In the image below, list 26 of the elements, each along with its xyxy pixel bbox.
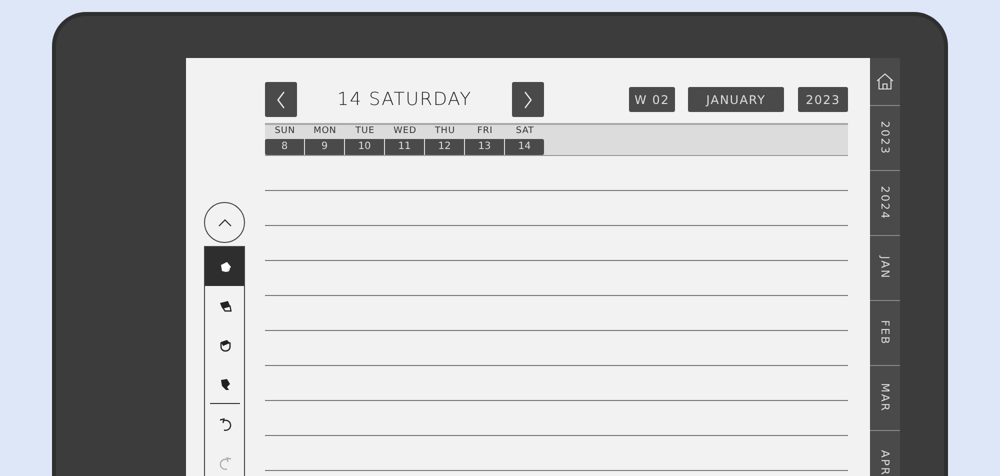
home-icon	[876, 73, 894, 90]
weekday-label: THU	[434, 125, 456, 138]
weekday-label: WED	[392, 125, 418, 138]
date-button[interactable]: 8	[265, 139, 304, 155]
day-title: 14 SATURDAY	[336, 89, 473, 110]
previous-button[interactable]	[265, 82, 297, 117]
chevron-up-icon	[218, 218, 232, 226]
collapse-button[interactable]	[204, 202, 245, 243]
chevron-left-icon	[275, 90, 287, 110]
weekday-label: FRI	[476, 125, 494, 138]
date-button[interactable]: 10	[345, 139, 384, 155]
tool-button[interactable]	[205, 247, 244, 286]
chevron-right-icon	[522, 90, 534, 110]
weekday-label: SUN	[274, 125, 296, 138]
year-button[interactable]: 2023	[798, 87, 848, 112]
weekday-label: MON	[312, 125, 338, 138]
date-button[interactable]: 13	[465, 139, 504, 155]
weekday-label: SAT	[514, 125, 536, 138]
date-button[interactable]: 14	[505, 139, 544, 155]
week-button[interactable]: W 02	[629, 87, 675, 112]
date-button[interactable]: 9	[305, 139, 344, 155]
month-button[interactable]: JANUARY	[688, 87, 784, 112]
date-button[interactable]: 12	[425, 139, 464, 155]
weekday-label: TUE	[354, 125, 376, 138]
next-button[interactable]	[512, 82, 544, 117]
date-button[interactable]: 11	[385, 139, 424, 155]
